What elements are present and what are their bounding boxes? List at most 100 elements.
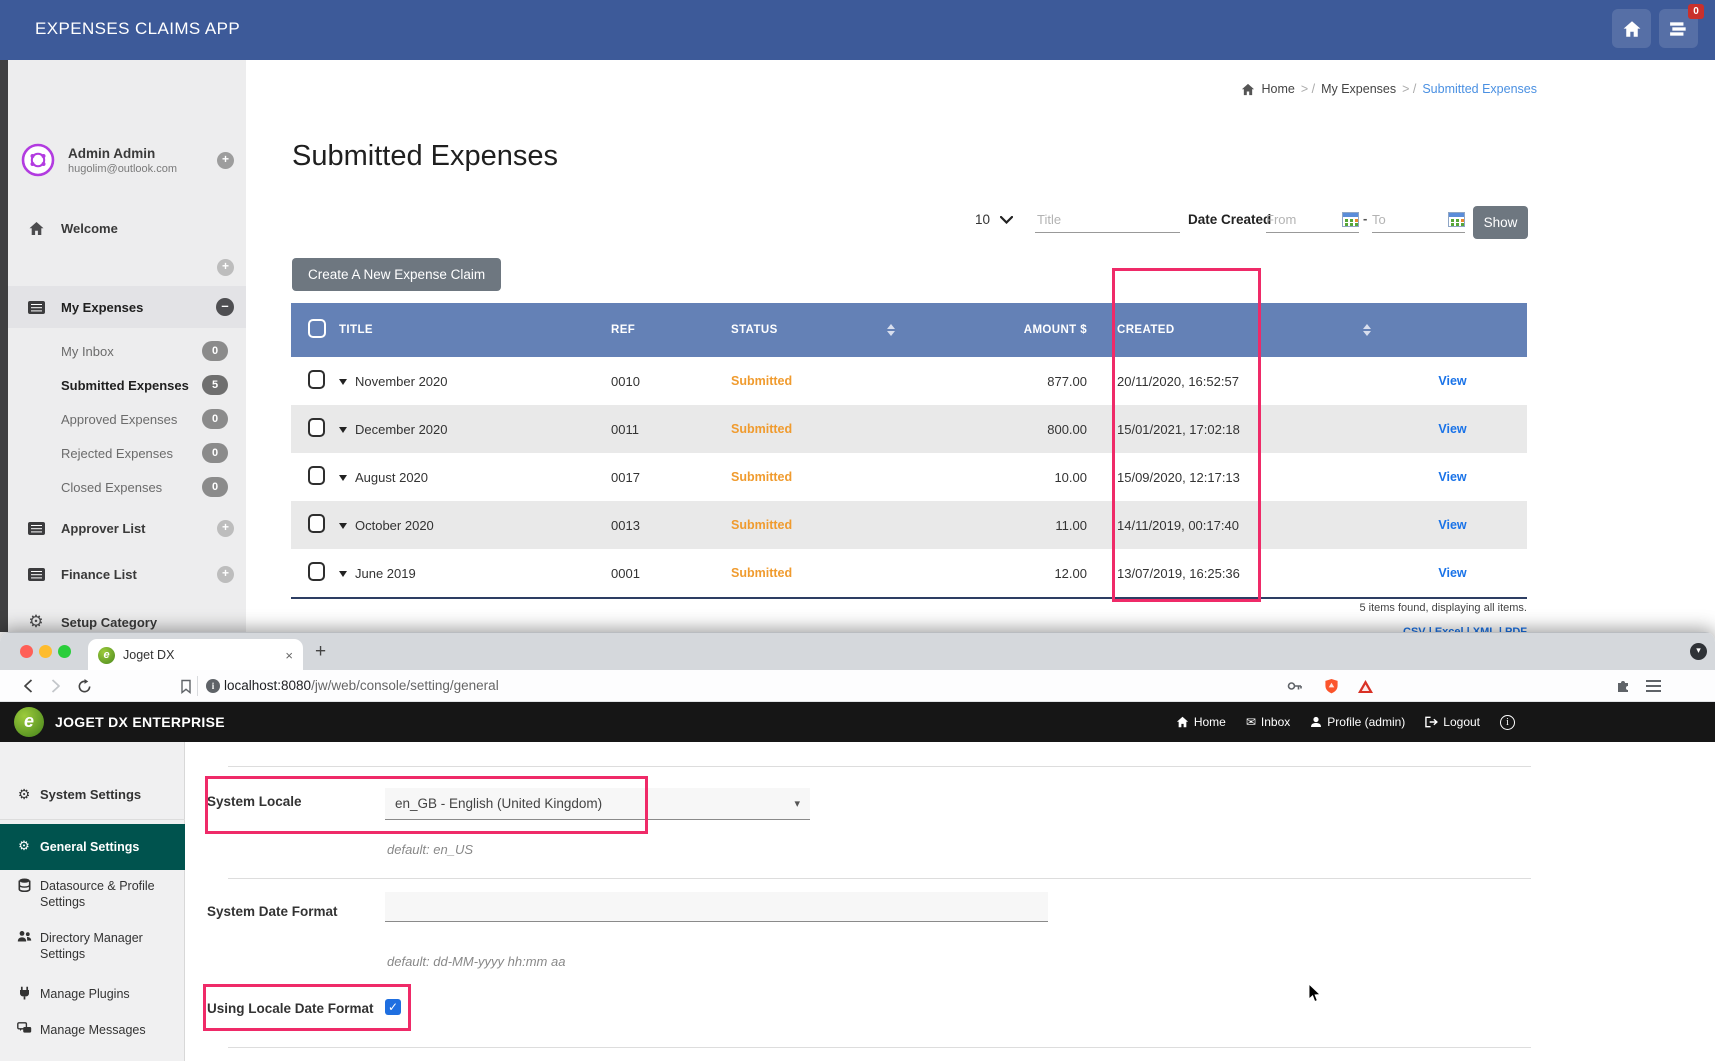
system-date-format-input[interactable]: [385, 892, 1048, 922]
user-profile[interactable]: Admin Admin hugolim@outlook.com +: [8, 138, 246, 182]
breadcrumb-home[interactable]: Home: [1261, 82, 1294, 96]
date-to-field[interactable]: To: [1372, 206, 1465, 233]
using-locale-checkbox[interactable]: ✓: [385, 999, 401, 1015]
show-button[interactable]: Show: [1473, 206, 1528, 239]
group-expand-button[interactable]: +: [217, 259, 234, 276]
forward-button[interactable]: [44, 674, 68, 698]
tab-search-chevron[interactable]: ▾: [1690, 643, 1707, 660]
column-header-created[interactable]: CREATED: [1091, 324, 1356, 336]
using-locale-date-format-label: Using Locale Date Format: [207, 1001, 374, 1016]
table-row: November 2020 0010 Submitted 877.00 20/1…: [291, 357, 1527, 405]
sidebar-item-approver-list[interactable]: Approver List +: [8, 514, 246, 542]
maximize-window-button[interactable]: [58, 645, 71, 658]
sidebar-item-manage-plugins[interactable]: Manage Plugins: [0, 986, 185, 1002]
system-locale-select[interactable]: en_GB - English (United Kingdom) ▾: [385, 788, 810, 820]
page-size-select[interactable]: 10: [975, 212, 1013, 227]
view-link[interactable]: View: [1378, 470, 1527, 484]
extensions-puzzle-icon[interactable]: [1612, 674, 1634, 698]
list-icon: [27, 522, 45, 535]
calendar-icon[interactable]: [1448, 212, 1465, 227]
row-expand-caret[interactable]: [339, 475, 347, 481]
menu-item-logout[interactable]: Logout: [1425, 715, 1480, 729]
url-bar[interactable]: localhost:8080/jw/web/console/setting/ge…: [224, 678, 499, 693]
column-header-title[interactable]: TITLE: [339, 324, 611, 336]
key-icon[interactable]: [1284, 674, 1306, 698]
row-checkbox[interactable]: [308, 370, 325, 389]
brave-shield-icon[interactable]: [1320, 674, 1342, 698]
sidebar-item-approved-expenses[interactable]: Approved Expenses 0: [8, 408, 246, 430]
view-link[interactable]: View: [1378, 566, 1527, 580]
sort-icon[interactable]: [881, 324, 901, 336]
sidebar-item-datasource-profile-settings[interactable]: Datasource & Profile Settings: [0, 878, 185, 910]
row-checkbox[interactable]: [308, 418, 325, 437]
row-checkbox[interactable]: [308, 514, 325, 533]
sidebar-item-my-inbox[interactable]: My Inbox 0: [8, 340, 246, 362]
cell-amount: 12.00: [901, 566, 1091, 581]
browser-tab[interactable]: e Joget DX ×: [88, 639, 303, 671]
bookmark-icon[interactable]: [174, 674, 198, 698]
column-header-amount[interactable]: AMOUNT $: [901, 324, 1091, 336]
back-button[interactable]: [16, 674, 40, 698]
sidebar-item-general-settings[interactable]: ⚙ General Settings: [0, 824, 185, 870]
select-all-checkbox[interactable]: [308, 319, 326, 338]
red-triangle-extension-icon[interactable]: [1354, 674, 1376, 698]
cell-title[interactable]: December 2020: [355, 422, 448, 437]
joget-sidebar: ⚙︎ System Settings ⚙ General Settings Da…: [0, 742, 185, 1061]
tab-close-icon[interactable]: ×: [285, 648, 293, 663]
user-expand-button[interactable]: +: [217, 152, 234, 169]
system-locale-label: System Locale: [207, 794, 302, 809]
cell-ref: 0011: [611, 422, 731, 437]
sidebar-item-closed-expenses[interactable]: Closed Expenses 0: [8, 476, 246, 498]
expand-button[interactable]: +: [217, 520, 234, 537]
home-icon: [1176, 716, 1189, 728]
menu-hamburger-icon[interactable]: [1642, 674, 1664, 698]
view-link[interactable]: View: [1378, 374, 1527, 388]
help-info-icon[interactable]: i: [1500, 715, 1515, 730]
breadcrumb-current[interactable]: Submitted Expenses: [1422, 82, 1537, 96]
column-header-ref[interactable]: REF: [611, 324, 731, 336]
inbox-button[interactable]: 0: [1659, 9, 1698, 48]
sidebar-item-finance-list[interactable]: Finance List +: [8, 560, 246, 588]
sidebar-item-manage-messages[interactable]: Manage Messages: [0, 1022, 185, 1038]
row-expand-caret[interactable]: [339, 523, 347, 529]
chevron-down-icon: [1000, 216, 1013, 224]
sidebar-item-welcome[interactable]: Welcome: [8, 214, 246, 242]
title-filter-input[interactable]: [1035, 206, 1180, 233]
cell-title[interactable]: October 2020: [355, 518, 434, 533]
cell-title[interactable]: November 2020: [355, 374, 448, 389]
menu-item-profile[interactable]: Profile (admin): [1310, 715, 1405, 729]
expand-button[interactable]: +: [217, 566, 234, 583]
home-icon: [1241, 83, 1255, 96]
close-window-button[interactable]: [20, 645, 33, 658]
sidebar-item-submitted-expenses[interactable]: Submitted Expenses 5: [8, 374, 246, 396]
breadcrumb-my-expenses[interactable]: My Expenses: [1321, 82, 1396, 96]
cell-title[interactable]: June 2019: [355, 566, 416, 581]
view-link[interactable]: View: [1378, 422, 1527, 436]
database-icon: [14, 878, 34, 892]
row-expand-caret[interactable]: [339, 379, 347, 385]
minimize-window-button[interactable]: [39, 645, 52, 658]
home-button[interactable]: [1612, 9, 1651, 48]
new-tab-button[interactable]: +: [315, 641, 326, 663]
date-from-field[interactable]: From: [1266, 206, 1359, 233]
row-checkbox[interactable]: [308, 466, 325, 485]
sidebar-item-my-expenses[interactable]: My Expenses –: [8, 286, 246, 328]
sort-icon[interactable]: [1356, 324, 1378, 336]
envelope-icon: ✉: [1246, 715, 1256, 729]
column-header-status[interactable]: STATUS: [731, 324, 881, 336]
menu-item-inbox[interactable]: ✉ Inbox: [1246, 715, 1290, 729]
collapse-button[interactable]: –: [216, 298, 234, 316]
menu-item-home[interactable]: Home: [1176, 715, 1226, 729]
site-info-icon[interactable]: i: [206, 679, 220, 693]
view-link[interactable]: View: [1378, 518, 1527, 532]
row-checkbox[interactable]: [308, 562, 325, 581]
reload-button[interactable]: [72, 674, 96, 698]
sidebar-item-directory-manager-settings[interactable]: Directory Manager Settings: [0, 930, 185, 962]
cell-status: Submitted: [731, 422, 881, 436]
row-expand-caret[interactable]: [339, 427, 347, 433]
create-expense-claim-button[interactable]: Create A New Expense Claim: [292, 258, 501, 291]
cell-title[interactable]: August 2020: [355, 470, 428, 485]
calendar-icon[interactable]: [1342, 212, 1359, 227]
row-expand-caret[interactable]: [339, 571, 347, 577]
sidebar-item-rejected-expenses[interactable]: Rejected Expenses 0: [8, 442, 246, 464]
